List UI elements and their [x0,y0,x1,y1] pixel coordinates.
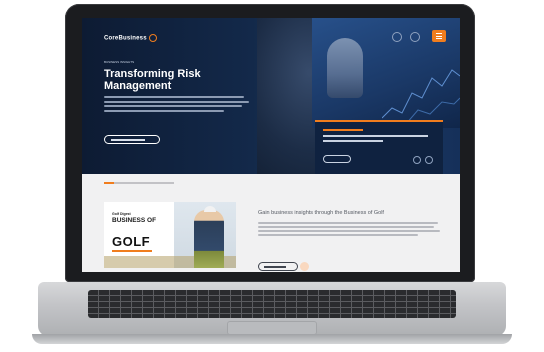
hero-cta-label [111,139,145,141]
promo-big-title: GOLF [112,234,151,249]
arrow-right-icon[interactable] [425,156,433,164]
featured-card[interactable] [315,120,443,174]
hero-banner: CoreBusiness BUSINESS INSIGHTS Transform… [82,18,460,174]
arrow-left-icon[interactable] [413,156,421,164]
hero-kicker: BUSINESS INSIGHTS [104,60,135,64]
hero-title: Transforming Risk Management [104,68,201,92]
hero-cta-button[interactable] [104,135,160,144]
golf-section: Golf Digest BUSINESS OF GOLF Gain busine… [82,174,460,272]
trackpad [228,322,316,334]
promo-small-title: Golf Digest [112,212,131,216]
menu-icon[interactable] [432,30,446,42]
laptop-base-front [32,334,512,344]
section-description [258,222,440,238]
featured-card-text [323,135,428,137]
laptop-mockup: CoreBusiness BUSINESS INSIGHTS Transform… [0,0,544,352]
user-icon[interactable] [410,32,420,42]
section-cta-label [264,266,286,268]
logo-mark-icon [148,34,157,42]
breadcrumb [104,182,174,184]
business-of-golf-image[interactable]: Golf Digest BUSINESS OF GOLF [104,202,236,268]
site-logo[interactable]: CoreBusiness [104,34,157,42]
section-heading: Gain business insights through the Busin… [258,210,384,216]
section-cta-button[interactable] [258,262,298,271]
logo-text: CoreBusiness [104,35,147,42]
section-cta-accent [300,262,309,271]
hero-description [104,96,249,114]
laptop-screen: CoreBusiness BUSINESS INSIGHTS Transform… [82,18,460,272]
promo-title: BUSINESS OF [112,217,157,224]
hero-person-image [327,38,363,98]
featured-card-button[interactable] [323,155,351,163]
golfer-image [194,210,224,268]
search-icon[interactable] [392,32,402,42]
featured-card-label [323,129,363,131]
